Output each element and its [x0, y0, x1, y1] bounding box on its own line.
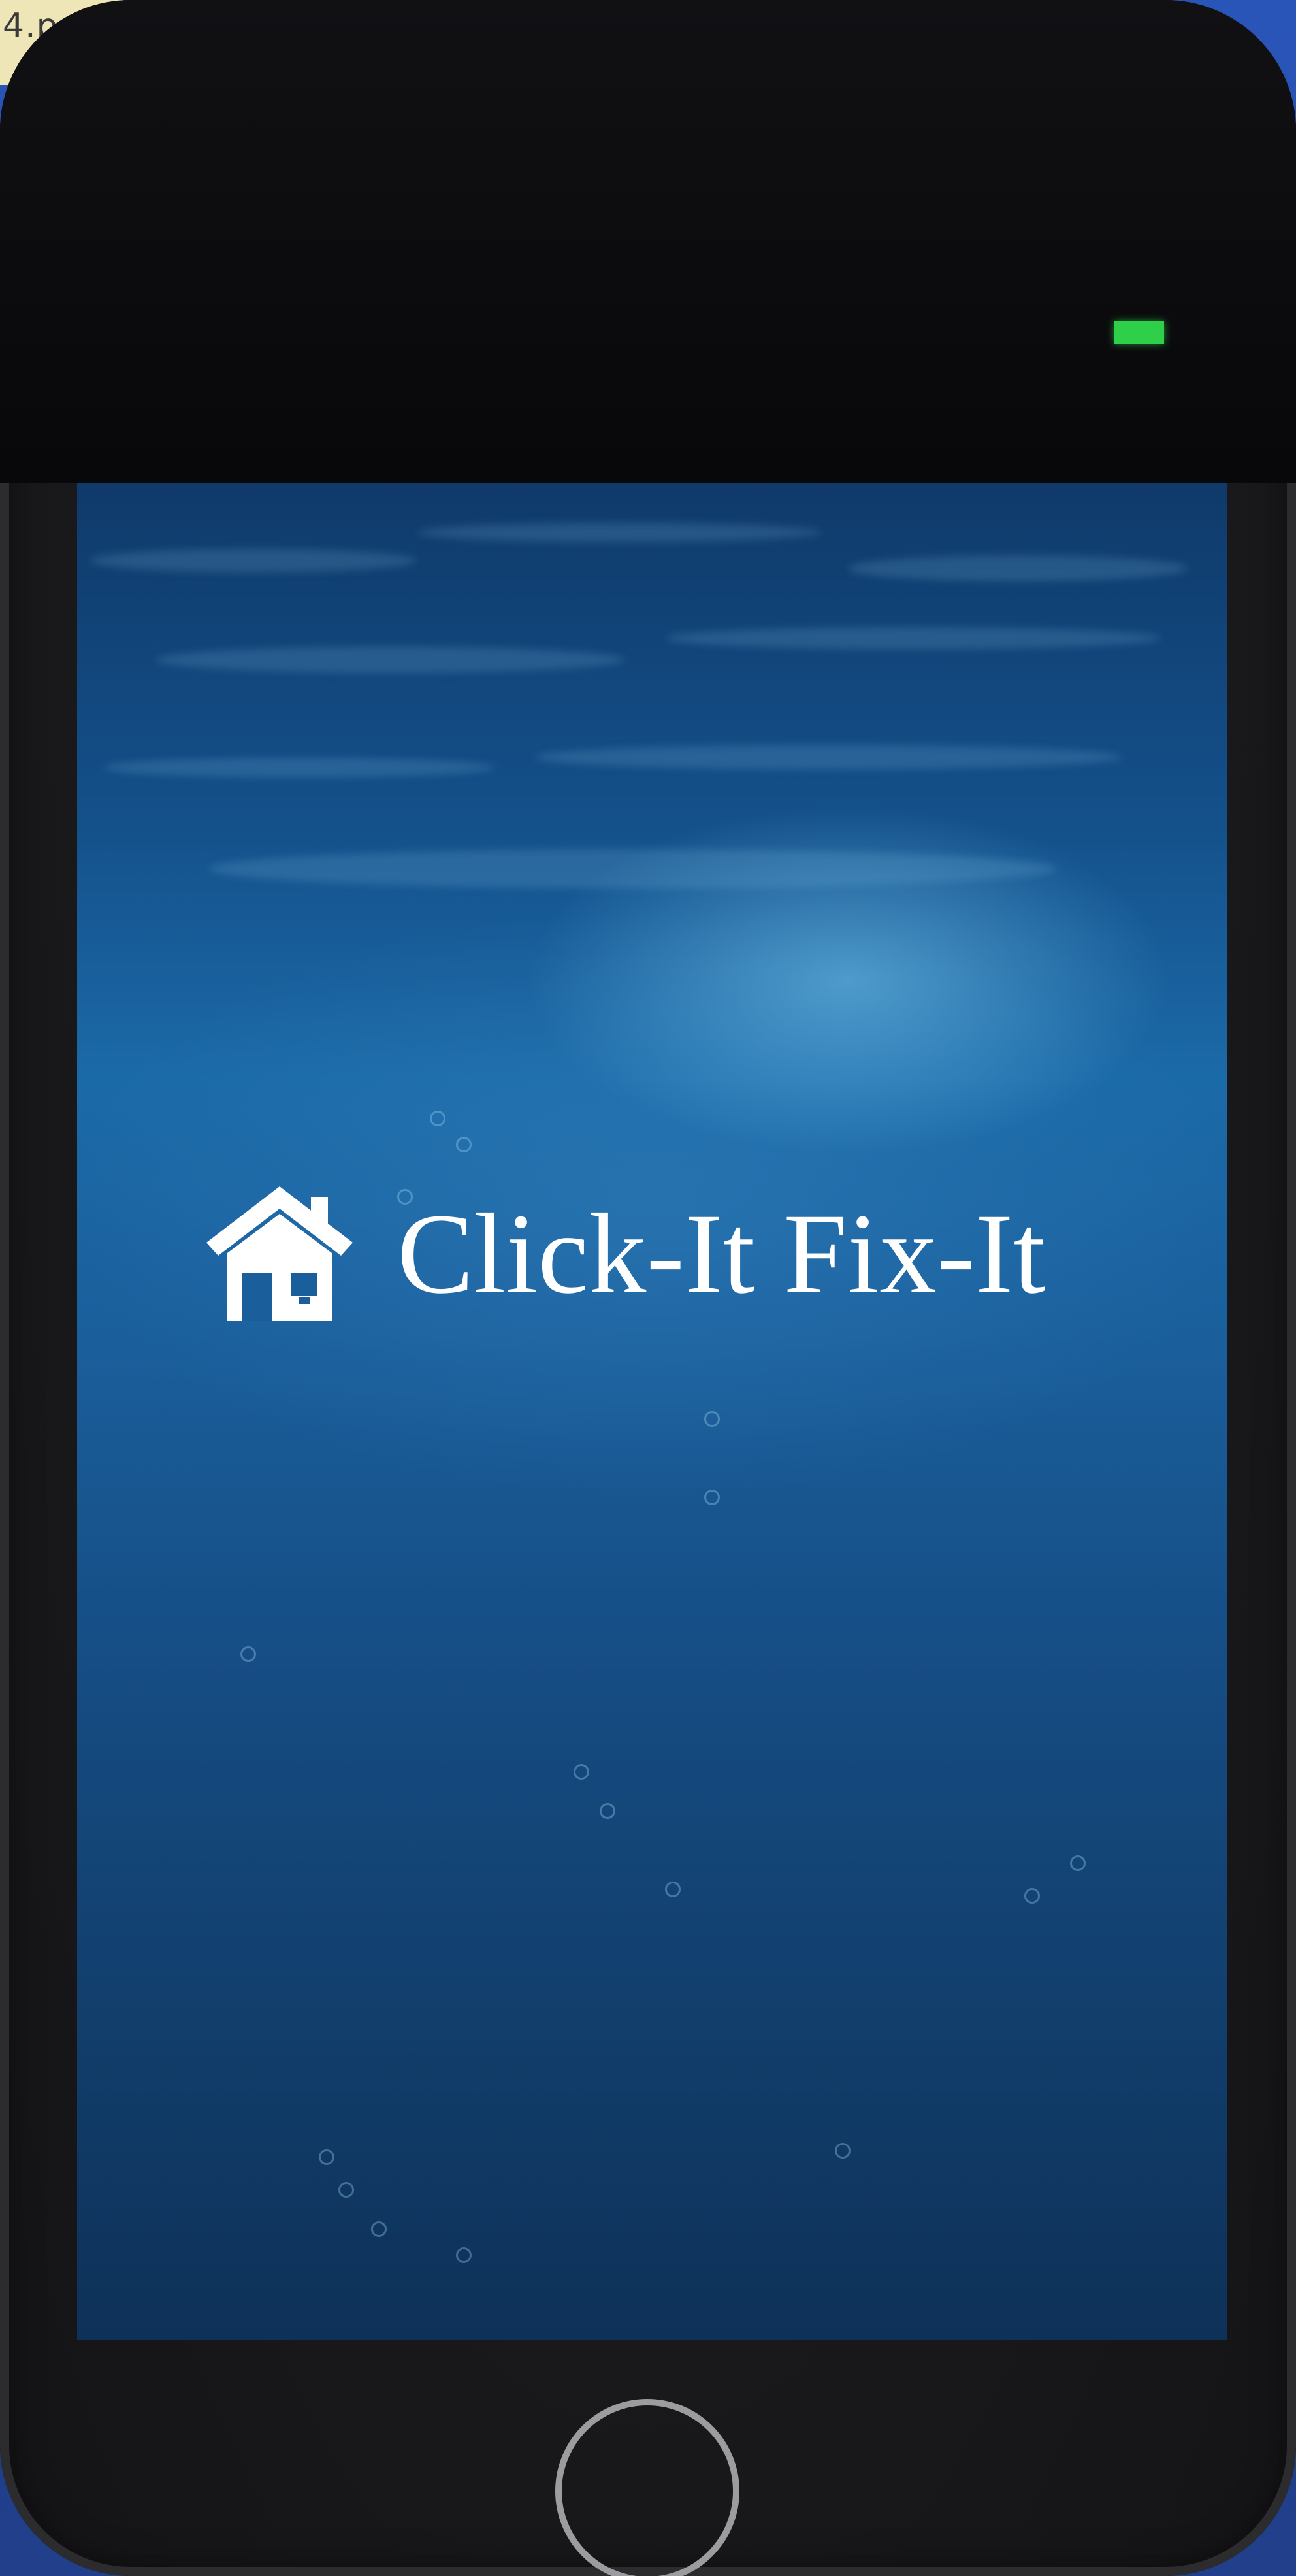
phone-device: Click-It Fix-It [0, 0, 1296, 2576]
app-title: Click-It Fix-It [397, 1190, 1046, 1318]
phone-top-bezel [0, 0, 1296, 483]
bubble [835, 2143, 850, 2159]
water-ripple [208, 849, 1057, 889]
water-ripple [534, 745, 1122, 770]
water-ripple [848, 555, 1188, 581]
app-logo: Click-It Fix-It [201, 1176, 1045, 1333]
bubble [1024, 1888, 1040, 1904]
bubble [240, 1646, 256, 1662]
bubble [319, 2149, 334, 2165]
status-indicator [1114, 321, 1164, 344]
bubble [600, 1803, 615, 1819]
water-ripple [417, 523, 822, 542]
bubble [338, 2182, 354, 2198]
bubble [574, 1764, 589, 1780]
home-icon [206, 1186, 353, 1321]
bubble [456, 2247, 472, 2263]
water-ripple [665, 627, 1161, 649]
photo-background: 4.p Click-It Fix-It [0, 0, 1296, 2576]
bubble [371, 2221, 387, 2237]
bubble [1070, 1855, 1086, 1871]
splash-screen: Click-It Fix-It [77, 483, 1227, 2340]
water-ripple [90, 549, 417, 572]
water-ripple [103, 758, 495, 777]
bubble [704, 1490, 720, 1505]
home-button[interactable] [555, 2399, 739, 2576]
water-ripple [155, 647, 626, 673]
bubble [665, 1882, 681, 1897]
bubble [430, 1111, 446, 1126]
bubble [704, 1411, 720, 1427]
bubble [456, 1137, 472, 1152]
